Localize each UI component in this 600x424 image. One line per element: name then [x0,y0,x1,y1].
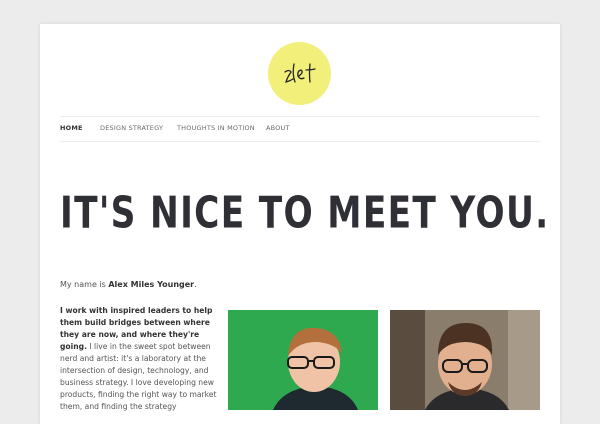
portrait-image-1 [228,310,378,410]
bio-paragraph: I work with inspired leaders to help the… [60,305,222,413]
site-logo[interactable] [268,42,331,105]
hero-banner: IT'S NICE TO MEET YOU. [60,188,550,268]
hero-headline: IT'S NICE TO MEET YOU. [60,188,550,239]
author-name: Alex Miles Younger [108,280,195,289]
portrait-image-2 [390,310,540,410]
portrait-photo-green [228,310,378,410]
main-navigation: HOME DESIGN STRATEGY THOUGHTS IN MOTION … [60,116,540,142]
intro-line: My name is Alex Miles Younger. [60,280,197,289]
intro-suffix: . [194,280,197,289]
nav-item-design-strategy[interactable]: DESIGN STRATEGY [100,124,163,132]
intro-prefix: My name is [60,280,109,289]
logo-signature-icon [284,63,316,83]
portrait-photo-city [390,310,540,410]
page-container: HOME DESIGN STRATEGY THOUGHTS IN MOTION … [40,24,560,424]
bio-text: I live in the sweet spot between nerd an… [60,342,217,411]
nav-item-about[interactable]: ABOUT [266,124,290,132]
nav-item-thoughts-in-motion[interactable]: THOUGHTS IN MOTION [177,124,255,132]
nav-item-home[interactable]: HOME [60,124,83,132]
